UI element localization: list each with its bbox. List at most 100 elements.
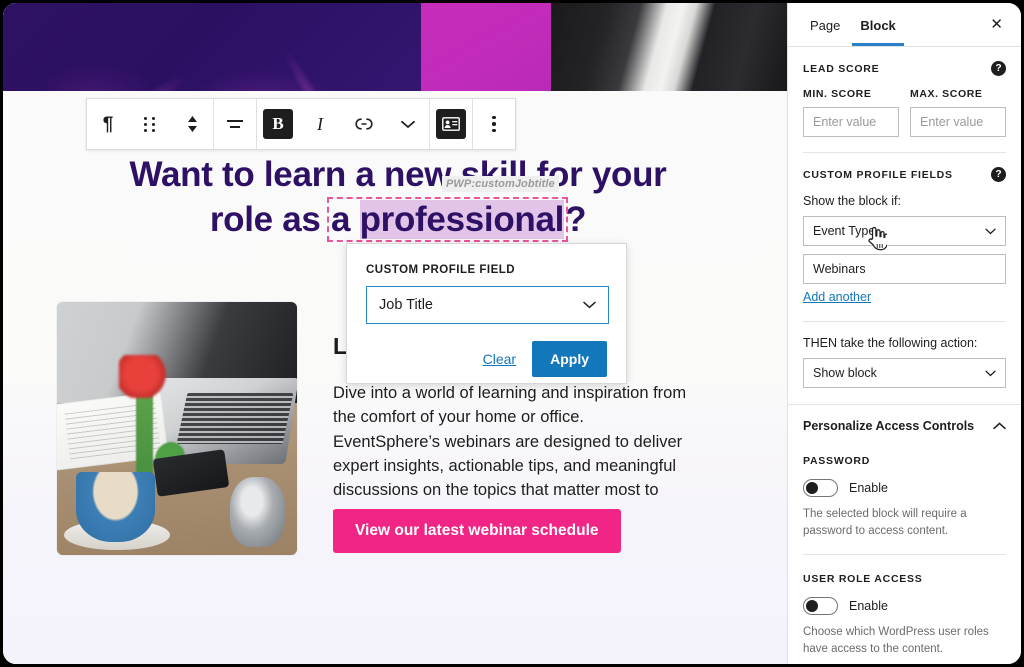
block-options-button[interactable] [473, 99, 515, 149]
lead-score-header: LEAD SCORE ? [803, 61, 1006, 76]
image-layer-flower [119, 355, 168, 399]
help-icon[interactable]: ? [991, 167, 1006, 182]
custom-profile-fields-section: CUSTOM PROFILE FIELDS ? Show the block i… [788, 153, 1021, 306]
min-score-label: MIN. SCORE [803, 88, 872, 100]
paragraph-block-type-button[interactable]: ¶ [87, 99, 129, 149]
apply-button[interactable]: Apply [532, 341, 607, 377]
personalize-active-indicator [436, 109, 466, 139]
link-icon [355, 118, 373, 130]
section-paragraph[interactable]: Dive into a world of learning and inspir… [333, 381, 693, 527]
more-formatting-button[interactable] [387, 99, 429, 149]
chevron-down-icon [583, 301, 596, 309]
image-layer-cup [76, 471, 156, 543]
then-action-select[interactable]: Show block [803, 358, 1006, 388]
close-sidebar-button[interactable]: ✕ [984, 13, 1009, 36]
settings-sidebar: Page Block ✕ LEAD SCORE ? MIN. SCORE MAX… [787, 3, 1021, 664]
lead-score-title: LEAD SCORE [803, 62, 880, 75]
pwp-tag-badge: PWP:customJobtitle [441, 175, 559, 192]
condition-field-select[interactable]: Event Type [803, 216, 1006, 246]
access-controls-title: Personalize Access Controls [803, 419, 975, 433]
password-hint: The selected block will require a passwo… [803, 508, 967, 537]
min-score-field: MIN. SCORE [803, 88, 899, 137]
condition-field-value: Event Type [813, 224, 876, 238]
then-action-label: THEN take the following action: [803, 336, 978, 350]
toolbar-group-format: B I [257, 99, 430, 149]
chevron-down-icon [985, 370, 996, 376]
chevron-down-icon [985, 228, 996, 234]
link-button[interactable] [341, 99, 387, 149]
max-score-input[interactable] [910, 107, 1006, 137]
condition-label: Show the block if: [803, 194, 901, 208]
clear-link[interactable]: Clear [483, 351, 516, 367]
tab-block[interactable]: Block [850, 5, 905, 46]
then-action-section: THEN take the following action: Show blo… [788, 322, 1021, 388]
bold-active-indicator: B [263, 109, 293, 139]
max-score-label: MAX. SCORE [910, 88, 983, 100]
popover-actions: Clear Apply [366, 341, 607, 377]
password-toggle-row: Enable [803, 479, 1006, 497]
toolbar-group-personalize [430, 99, 473, 149]
heading-prefix: role as [209, 199, 330, 239]
then-action-value: Show block [813, 366, 877, 380]
password-enable-toggle[interactable] [803, 479, 838, 497]
bold-icon: B [272, 114, 284, 133]
align-text-button[interactable] [214, 99, 256, 149]
image-layer-pot [229, 476, 285, 548]
user-role-toggle-row: Enable [803, 597, 1006, 616]
id-card-icon [442, 117, 460, 131]
custom-profile-field-select[interactable]: Job Title [366, 286, 609, 324]
sidebar-body: LEAD SCORE ? MIN. SCORE MAX. SCORE [788, 47, 1021, 664]
heading-line-2: role as a professional PWP:customJobtitle… [3, 175, 793, 243]
content-image[interactable] [57, 302, 297, 555]
move-up-down-button[interactable] [171, 99, 213, 149]
password-title: PASSWORD [803, 455, 871, 467]
custom-profile-fields-header: CUSTOM PROFILE FIELDS ? [803, 167, 1006, 182]
cta-button[interactable]: View our latest webinar schedule [333, 509, 621, 553]
add-another-link[interactable]: Add another [803, 290, 871, 304]
sidebar-tabs: Page Block ✕ [788, 3, 1021, 47]
lead-score-fields: MIN. SCORE MAX. SCORE [803, 88, 1006, 137]
three-dots-vertical-icon [492, 115, 496, 133]
image-layer-keyboard [176, 393, 293, 444]
chevron-up-icon [993, 422, 1006, 430]
user-role-toggle-label: Enable [849, 599, 888, 614]
editor-canvas: ¶ B I Want to learn a new skill for your… [3, 3, 793, 664]
align-icon [227, 120, 243, 128]
hero-banner-image [3, 3, 793, 91]
condition-value-input[interactable] [803, 254, 1006, 284]
chevron-down-icon [401, 120, 415, 128]
personalize-access-controls-accordion[interactable]: Personalize Access Controls [788, 404, 1021, 447]
paragraph-icon: ¶ [102, 113, 114, 135]
personalize-field-button[interactable] [430, 99, 472, 149]
block-toolbar: ¶ B I [86, 98, 516, 150]
custom-profile-field-value: Job Title [379, 297, 433, 313]
toolbar-group-align [214, 99, 257, 149]
user-role-section: USER ROLE ACCESS Enable Choose which Wor… [788, 555, 1021, 657]
password-section: PASSWORD Enable The selected block will … [788, 447, 1021, 539]
drag-handle-button[interactable] [129, 99, 171, 149]
token-plain-text: a [330, 199, 360, 239]
heading-line-1: Want to learn a new skill for your [129, 155, 667, 194]
italic-button[interactable]: I [299, 99, 341, 149]
app-window: ¶ B I Want to learn a new skill for your… [0, 0, 1024, 667]
toolbar-group-options [473, 99, 515, 149]
tab-page[interactable]: Page [800, 5, 850, 45]
personalized-token[interactable]: a professional PWP:customJobtitle [326, 175, 569, 243]
popover-label: CUSTOM PROFILE FIELD [366, 264, 516, 276]
min-score-input[interactable] [803, 107, 899, 137]
heading-suffix: ? [565, 199, 587, 239]
bold-button[interactable]: B [257, 99, 299, 149]
user-role-enable-toggle[interactable] [803, 597, 838, 616]
lead-score-section: LEAD SCORE ? MIN. SCORE MAX. SCORE [788, 47, 1021, 137]
custom-profile-fields-title: CUSTOM PROFILE FIELDS [803, 168, 953, 181]
hero-segment-magenta [421, 3, 551, 91]
custom-profile-field-popover: CUSTOM PROFILE FIELD Job Title Clear App… [346, 243, 627, 384]
password-toggle-label: Enable [849, 481, 888, 495]
hero-segment-purple [3, 3, 421, 91]
page-heading[interactable]: Want to learn a new skill for your role … [3, 153, 793, 243]
help-icon[interactable]: ? [991, 61, 1006, 76]
max-score-field: MAX. SCORE [910, 88, 1006, 137]
user-role-hint: Choose which WordPress user roles have a… [803, 626, 989, 656]
hero-segment-photo [551, 3, 793, 91]
